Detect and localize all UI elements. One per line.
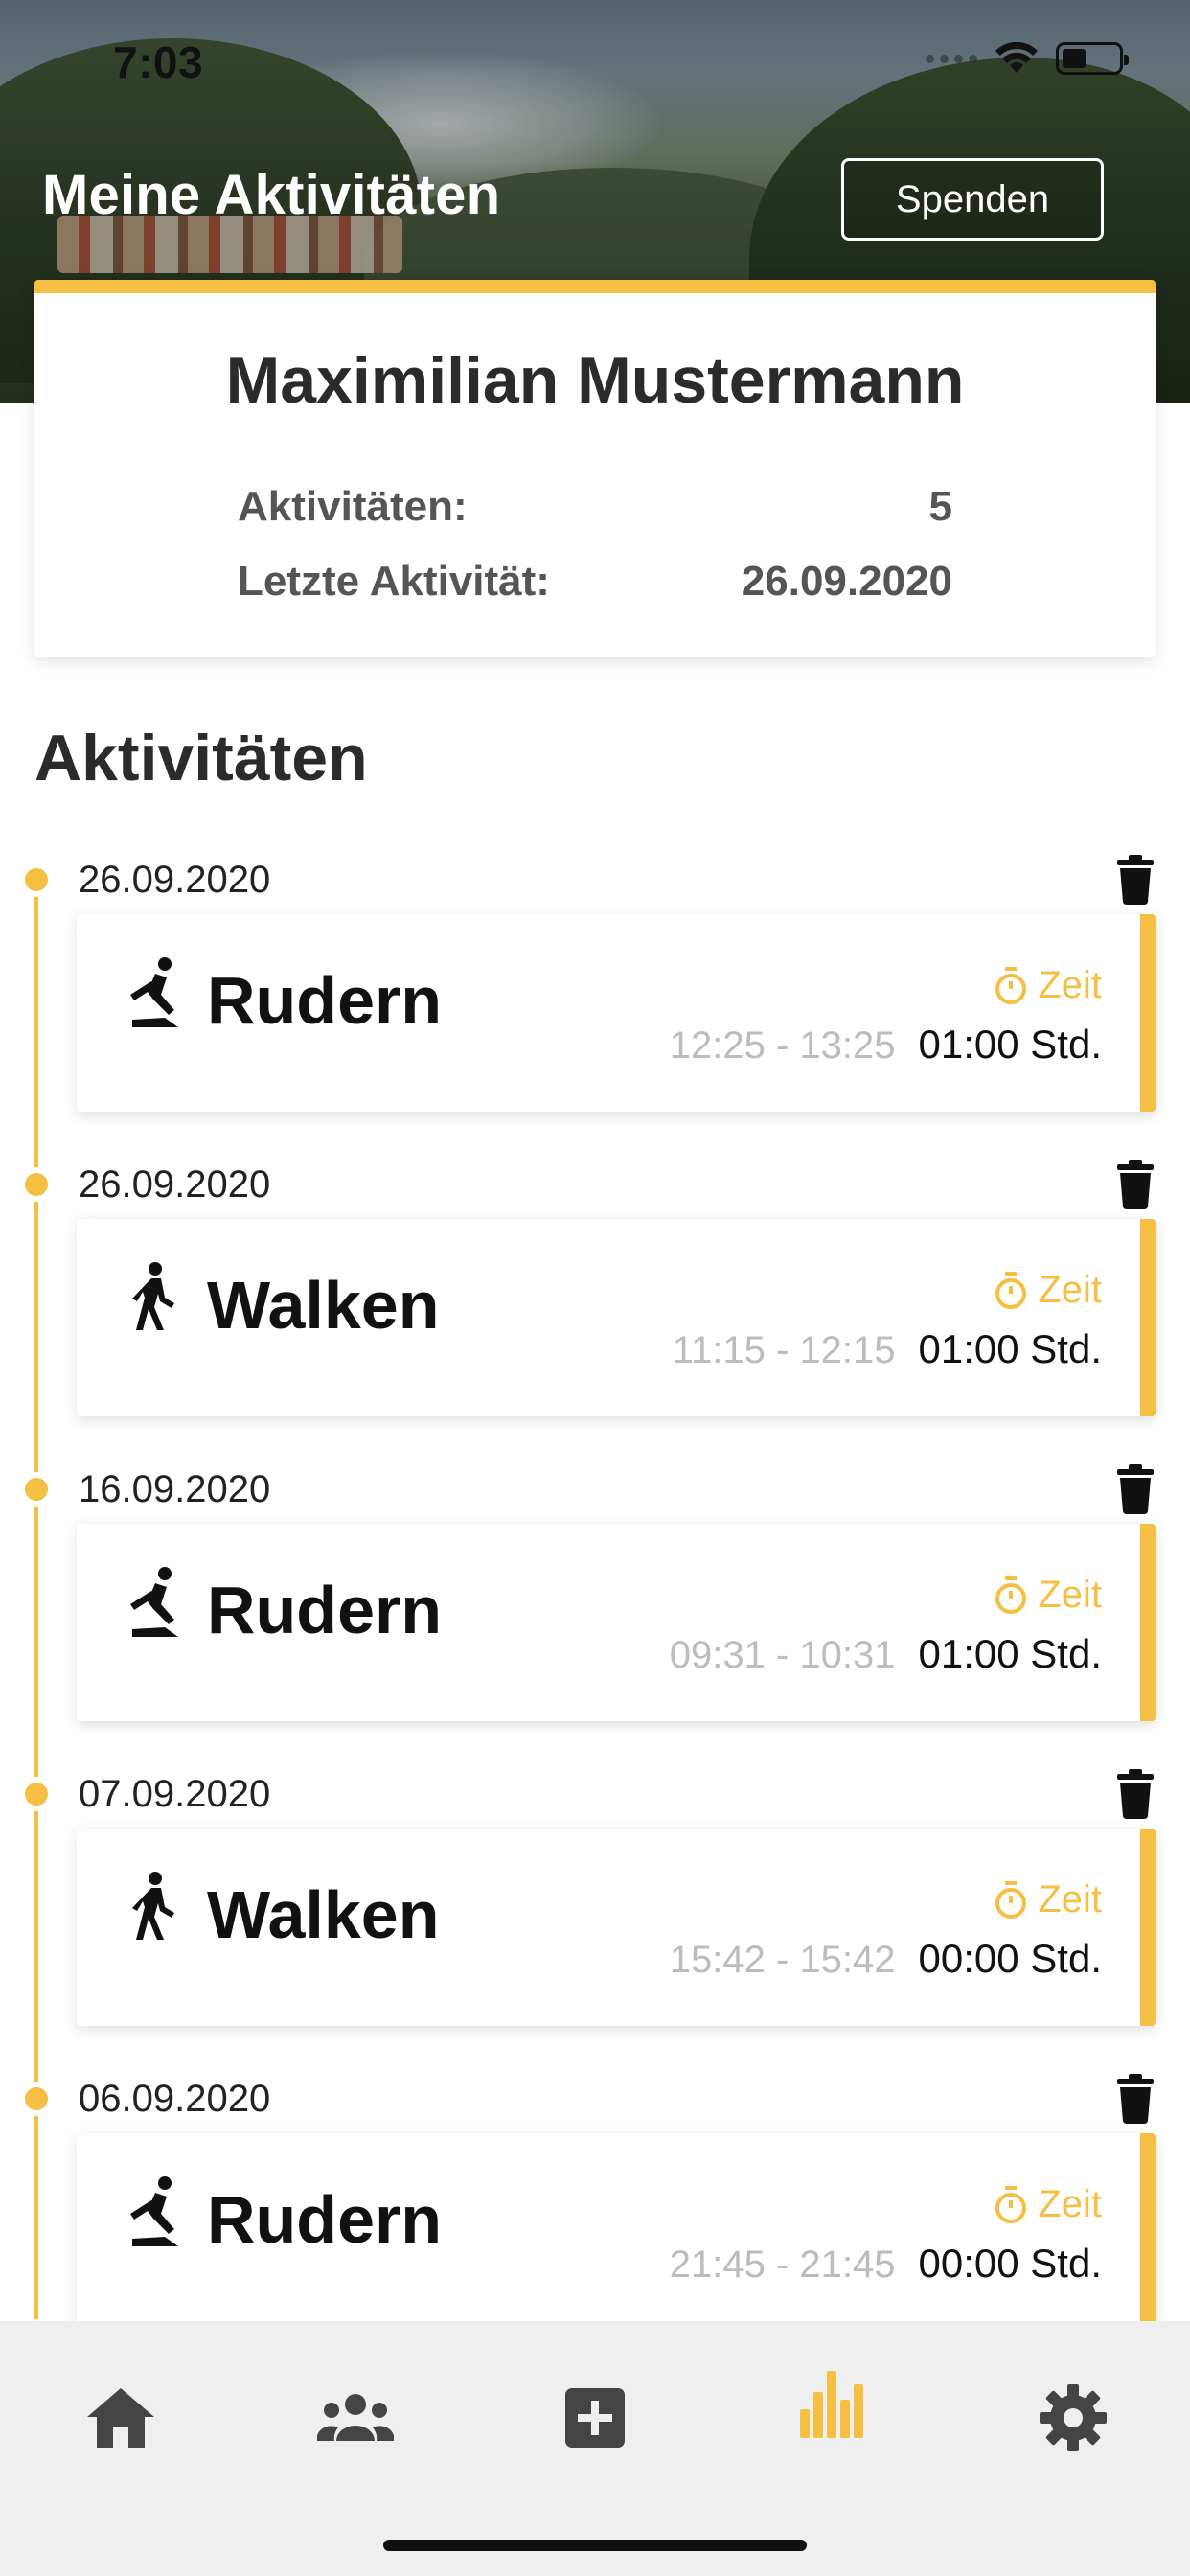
duration: 01:00 Std. [918,1326,1102,1371]
trash-icon[interactable] [1114,1464,1156,1514]
status-icons [926,42,1129,75]
activity-entry: 26.09.2020 Walken Zeit 11:15 - 12:15 01:… [0,1156,1190,1460]
timeline-dot [25,868,48,891]
nav-settings[interactable] [1030,2375,1116,2461]
trash-icon[interactable] [1114,855,1156,905]
activity-date: 26.09.2020 [79,1163,271,1206]
stopwatch-icon [995,966,1027,1004]
bottom-nav [0,2321,1190,2576]
activity-card[interactable]: Rudern Zeit 09:31 - 10:31 01:00 Std. [77,1524,1156,1721]
stopwatch-icon [995,1271,1027,1309]
activity-entry: 16.09.2020 Rudern Zeit 09:31 - 10:31 01:… [0,1460,1190,1765]
bar-chart-icon [800,2371,863,2438]
add-box-icon [565,2388,625,2448]
status-time: 7:03 [113,37,204,87]
stopwatch-icon [995,1880,1027,1919]
time-range: 11:15 - 12:15 [672,1329,896,1371]
time-label: Zeit [994,2183,1102,2226]
time-range: 12:25 - 13:25 [669,1024,896,1067]
duration: 00:00 Std. [918,1936,1102,1981]
time-label: Zeit [994,1574,1102,1617]
walking-icon [132,1872,174,1940]
group-icon [317,2394,394,2441]
timeline-dot [25,1782,48,1806]
activity-date: 26.09.2020 [79,859,271,901]
last-activity-value: 26.09.2020 [741,558,952,605]
duration: 01:00 Std. [918,1631,1102,1676]
profile-card: Maximilian Mustermann Aktivitäten: 5 Let… [34,280,1156,657]
wifi-icon [995,42,1039,75]
activity-times: 15:42 - 15:42 00:00 Std. [670,1936,1102,1982]
rowing-icon [130,2176,178,2246]
trash-icon[interactable] [1114,1769,1156,1819]
last-activity-label: Letzte Aktivität: [238,558,550,605]
nav-group[interactable] [312,2375,399,2461]
stopwatch-icon [995,2185,1027,2223]
activity-card[interactable]: Walken Zeit 11:15 - 12:15 01:00 Std. [77,1219,1156,1416]
time-label: Zeit [994,964,1102,1007]
activity-entry: 07.09.2020 Walken Zeit 15:42 - 15:42 00:… [0,1765,1190,2070]
time-label-text: Zeit [1038,1269,1102,1311]
activities-count-value: 5 [928,483,952,530]
stopwatch-icon [995,1576,1027,1614]
page-title: Meine Aktivitäten [42,164,501,226]
time-range: 15:42 - 15:42 [669,1939,896,1981]
timeline-dot [25,1173,48,1196]
activity-card[interactable]: Walken Zeit 15:42 - 15:42 00:00 Std. [77,1828,1156,2026]
activity-date: 16.09.2020 [79,1468,271,1510]
nav-statistics[interactable] [789,2361,875,2448]
duration: 01:00 Std. [918,1022,1102,1067]
trash-icon[interactable] [1114,2074,1156,2124]
home-indicator[interactable] [383,2540,807,2551]
activity-date: 06.09.2020 [79,2078,271,2120]
duration: 00:00 Std. [918,2241,1102,2286]
home-icon [87,2388,154,2448]
time-label-text: Zeit [1038,964,1102,1006]
section-title: Aktivitäten [34,722,368,794]
time-label-text: Zeit [1038,1878,1102,1920]
rowing-icon [130,957,178,1027]
activity-date: 07.09.2020 [79,1773,271,1815]
donate-button[interactable]: Spenden [841,158,1104,241]
activity-entry: 26.09.2020 Rudern Zeit 12:25 - 13:25 01:… [0,851,1190,1156]
activity-name: Walken [207,1877,440,1952]
time-range: 21:45 - 21:45 [669,2243,896,2286]
activity-times: 09:31 - 10:31 01:00 Std. [670,1631,1102,1677]
battery-icon [1056,42,1129,75]
time-label-text: Zeit [1038,2183,1102,2225]
activities-count-label: Aktivitäten: [238,483,468,530]
activity-name: Rudern [207,963,442,1038]
activity-times: 11:15 - 12:15 01:00 Std. [673,1326,1102,1372]
time-label: Zeit [994,1878,1102,1921]
profile-name: Maximilian Mustermann [225,344,965,417]
activity-times: 21:45 - 21:45 00:00 Std. [670,2241,1102,2287]
time-range: 09:31 - 10:31 [669,1634,896,1676]
timeline-dot [25,2087,48,2110]
walking-icon [132,1262,174,1330]
activity-card[interactable]: Rudern Zeit 21:45 - 21:45 00:00 Std. [77,2133,1156,2331]
activity-name: Walken [207,1268,440,1343]
activity-card[interactable]: Rudern Zeit 12:25 - 13:25 01:00 Std. [77,914,1156,1112]
gear-icon [1040,2384,1107,2451]
time-label: Zeit [994,1269,1102,1312]
timeline-dot [25,1478,48,1501]
cellular-signal-icon [926,54,977,63]
activity-times: 12:25 - 13:25 01:00 Std. [670,1022,1102,1068]
nav-home[interactable] [78,2375,164,2461]
activity-name: Rudern [207,2182,442,2257]
rowing-icon [130,1567,178,1637]
trash-icon[interactable] [1114,1160,1156,1209]
nav-add[interactable] [552,2375,638,2461]
activity-name: Rudern [207,1573,442,1647]
time-label-text: Zeit [1038,1574,1102,1616]
